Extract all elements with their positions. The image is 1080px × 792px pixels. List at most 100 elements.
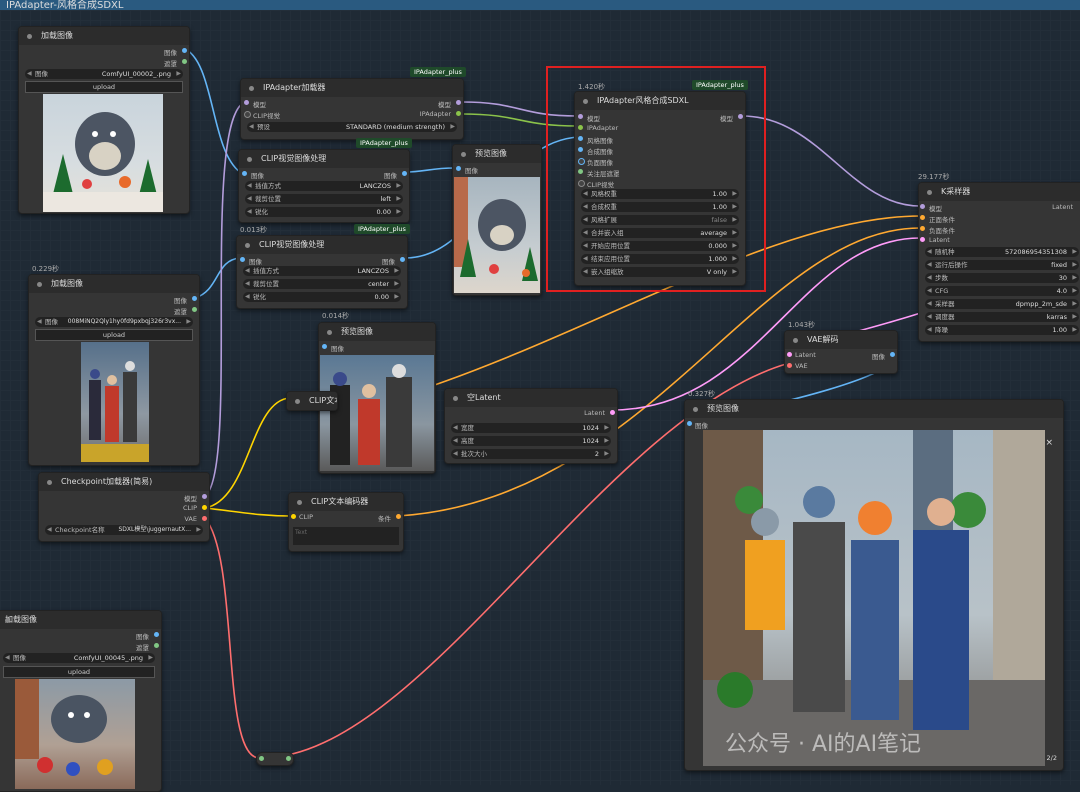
prompt-textarea[interactable]: Text xyxy=(293,527,399,545)
reroute-node[interactable] xyxy=(256,752,294,766)
image-file-select[interactable]: 图像ComfyUI_00045_.png xyxy=(3,653,155,663)
vae-decode-node[interactable]: VAE解码 Latent VAE 图像 xyxy=(784,330,898,374)
ipa-loader-badge: IPAdapter_plus xyxy=(410,67,466,77)
input-clipvision-port[interactable] xyxy=(244,111,251,118)
load-image-node-1[interactable]: 加载图像 图像 遮罩 图像ComfyUI_00002_.png upload xyxy=(18,26,190,214)
steps-input[interactable]: 步数30 xyxy=(925,273,1079,283)
output-model-label: 模型 xyxy=(184,495,197,503)
cfg-input[interactable]: CFG4.0 xyxy=(925,286,1079,296)
upload-button[interactable]: upload xyxy=(3,666,155,678)
width-input[interactable]: 宽度1024 xyxy=(451,423,611,433)
denoise-input[interactable]: 降噪1.00 xyxy=(925,325,1079,335)
close-preview-button[interactable]: × xyxy=(1045,438,1053,448)
scheduler-select[interactable]: 调度器karras xyxy=(925,312,1079,322)
output-mask-label: 遮罩 xyxy=(174,308,187,316)
input-latent-port[interactable] xyxy=(787,352,792,357)
interpolation-select[interactable]: 插值方式LANCZOS xyxy=(243,266,401,276)
crop-position-select[interactable]: 裁剪位置center xyxy=(243,279,401,289)
input-image-port[interactable] xyxy=(687,421,692,426)
input-image-label: 图像 xyxy=(331,345,344,353)
output-image-port[interactable] xyxy=(182,48,187,53)
input-model-port[interactable] xyxy=(920,204,925,209)
output-model-port[interactable] xyxy=(202,494,207,499)
output-conditioning-port[interactable] xyxy=(396,514,401,519)
empty-latent-node[interactable]: 空Latent Latent 宽度1024 高度1024 批次大小2 xyxy=(444,388,618,464)
load-image-node-2[interactable]: 加载图像 图像 遮罩 图像008MiNQ2Qly1hy0fd9pxbqj326r… xyxy=(28,274,200,466)
output-mask-port[interactable] xyxy=(182,59,187,64)
output-ipadapter-port[interactable] xyxy=(456,111,461,116)
clipvis1-badge: IPAdapter_plus xyxy=(356,138,412,148)
output-image-port[interactable] xyxy=(154,632,159,637)
clip-vision-process-node-1[interactable]: CLIP视觉图像处理 图像 图像 插值方式LANCZOS 裁剪位置left 锐化… xyxy=(238,149,410,223)
output-image-port[interactable] xyxy=(402,171,407,176)
preview-anime-image xyxy=(320,355,434,471)
batch-size-input[interactable]: 批次大小2 xyxy=(451,449,611,459)
output-image-port[interactable] xyxy=(890,352,895,357)
control-after-generate-select[interactable]: 运行后操作fixed xyxy=(925,260,1079,270)
preview-image-node-1[interactable]: 预览图像 图像 xyxy=(452,144,542,296)
wire-load1-preview xyxy=(182,47,241,173)
clip-text-encoder-node-2[interactable]: CLIP文本编码器 CLIP 条件 Text xyxy=(288,492,404,552)
preview-image-node-3[interactable]: 预览图像 图像 × 公众号 · AI的AI笔记 2/2 xyxy=(684,399,1064,771)
clip-vision-process-node-2[interactable]: CLIP视觉图像处理 图像 图像 插值方式LANCZOS 裁剪位置center … xyxy=(236,235,408,309)
output-image-label: 图像 xyxy=(384,172,397,180)
input-positive-label: 正面条件 xyxy=(929,216,955,224)
input-model-port[interactable] xyxy=(244,100,249,105)
input-image-port[interactable] xyxy=(242,171,247,176)
image-file-select[interactable]: 图像ComfyUI_00002_.png xyxy=(25,69,183,79)
seed-input[interactable]: 随机种572086954351308 xyxy=(925,247,1079,257)
input-latent-port[interactable] xyxy=(920,237,925,242)
upload-button[interactable]: upload xyxy=(25,81,183,93)
input-vae-label: VAE xyxy=(795,362,808,370)
preset-select[interactable]: 预设STANDARD (medium strength) xyxy=(247,122,457,132)
sharpening-input[interactable]: 锐化0.00 xyxy=(245,207,403,217)
input-image-port[interactable] xyxy=(322,344,327,349)
input-image-port[interactable] xyxy=(456,166,461,171)
node-title: 加载图像 xyxy=(0,611,161,629)
load-image-node-3[interactable]: 加载图像 图像 遮罩 图像ComfyUI_00045_.png upload xyxy=(0,610,162,792)
preview2-time: 0.014秒 xyxy=(322,312,350,320)
output-mask-port[interactable] xyxy=(154,643,159,648)
output-latent-port[interactable] xyxy=(610,410,615,415)
wire-style-ksampler xyxy=(741,115,921,207)
input-model-label: 模型 xyxy=(929,205,942,213)
crop-position-select[interactable]: 裁剪位置left xyxy=(245,194,403,204)
checkpoint-name-select[interactable]: Checkpoint名称SDXL模型\juggernautX... xyxy=(45,525,203,535)
input-positive-port[interactable] xyxy=(920,215,925,220)
output-vae-port[interactable] xyxy=(202,516,207,521)
input-image-label: 图像 xyxy=(249,258,262,266)
image-file-select[interactable]: 图像008MiNQ2Qly1hy0fd9pxbqj326r3vx... xyxy=(35,317,193,327)
node-title: 空Latent xyxy=(445,389,617,407)
output-ipadapter-label: IPAdapter xyxy=(419,110,451,118)
reroute-input-port[interactable] xyxy=(259,756,264,761)
interpolation-select[interactable]: 插值方式LANCZOS xyxy=(245,181,403,191)
input-vae-port[interactable] xyxy=(787,363,792,368)
upload-button[interactable]: upload xyxy=(35,329,193,341)
input-clip-port[interactable] xyxy=(291,514,296,519)
node-title: CLIP文本编码器 xyxy=(287,392,337,410)
output-model-port[interactable] xyxy=(456,100,461,105)
wire-ckpt-clip2 xyxy=(204,507,291,517)
node-title: Checkpoint加载器(简易) xyxy=(39,473,209,491)
output-mask-port[interactable] xyxy=(192,307,197,312)
clipvis2-badge: IPAdapter_plus xyxy=(354,224,410,234)
reroute-output-port[interactable] xyxy=(286,756,291,761)
output-image-port[interactable] xyxy=(192,296,197,301)
preview-thumbnail-monster xyxy=(43,94,163,212)
input-negative-port[interactable] xyxy=(920,226,925,231)
node-title: CLIP视觉图像处理 xyxy=(239,150,409,168)
clip-text-encoder-node-1[interactable]: CLIP文本编码器 xyxy=(286,391,338,411)
sampler-select[interactable]: 采样器dpmpp_2m_sde xyxy=(925,299,1079,309)
output-clip-port[interactable] xyxy=(202,505,207,510)
output-mask-label: 遮罩 xyxy=(164,60,177,68)
node-title: 加载图像 xyxy=(19,27,189,45)
input-image-port[interactable] xyxy=(240,257,245,262)
sharpening-input[interactable]: 锐化0.00 xyxy=(243,292,401,302)
output-image-label: 图像 xyxy=(872,353,885,361)
height-input[interactable]: 高度1024 xyxy=(451,436,611,446)
ksampler-node[interactable]: K采样器 模型 正面条件 负面条件 Latent Latent 随机种57208… xyxy=(918,182,1080,342)
ipadapter-loader-node[interactable]: IPAdapter加载器 模型 CLIP视觉 模型 IPAdapter 预设ST… xyxy=(240,78,464,140)
output-image-port[interactable] xyxy=(400,257,405,262)
checkpoint-loader-node[interactable]: Checkpoint加载器(简易) 模型 CLIP VAE Checkpoint… xyxy=(38,472,210,542)
node-title: 预览图像 xyxy=(453,145,541,163)
